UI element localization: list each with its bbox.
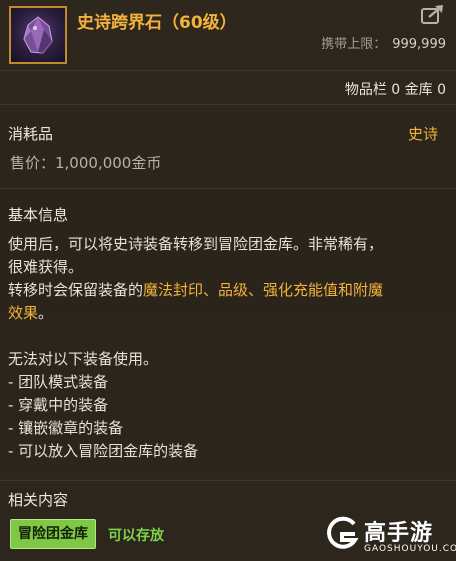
description-line: 使用后，可以将史诗装备转移到冒险团金库。非常稀有， [8,235,384,253]
gaoshouyou-logo-icon [324,515,360,551]
carry-limit-value: 999,999 [392,37,446,52]
item-title: 史诗跨界石（60级） [77,13,237,33]
highlight-text: 效果 [8,304,39,322]
carry-limit-label: 携带上限： [321,37,387,52]
inventory-count: 物品栏 0 金库 0 [344,82,446,98]
description-text: 。 [38,304,54,322]
rarity-label: 史诗 [407,125,438,143]
epic-crystal-icon [9,6,67,64]
storable-note: 可以存放 [108,528,164,544]
highlight-text: 魔法封印、品级、强化充能值和附魔 [143,281,384,299]
watermark-text: 高手游 [364,521,434,546]
basic-info-heading: 基本信息 [8,206,69,224]
divider [0,70,456,71]
basic-info-body: 使用后，可以将史诗装备转移到冒险团金库。非常稀有， 很难获得。 转移时会保留装备… [8,233,448,463]
item-category: 消耗品 [8,125,54,143]
description-line: 效果。 [8,302,448,325]
restriction-item: - 团队模式装备 [8,373,109,391]
restriction-title: 无法对以下装备使用。 [8,350,159,368]
watermark: 高手游 GAOSHOUYOU.COM [324,515,456,559]
restriction-item: - 镶嵌徽章的装备 [8,419,124,437]
share-arrow-icon[interactable] [420,4,446,26]
divider [0,104,456,105]
related-heading: 相关内容 [8,491,69,509]
description-text: 转移时会保留装备的 [8,281,144,299]
adventure-vault-badge[interactable]: 冒险团金库 [10,519,96,549]
watermark-url: GAOSHOUYOU.COM [364,544,456,554]
divider [0,188,456,189]
restriction-item: - 可以放入冒险团金库的装备 [8,442,199,460]
divider [0,480,456,481]
sell-price: 售价：1,000,000金币 [10,154,162,172]
restriction-item: - 穿戴中的装备 [8,396,109,414]
carry-limit: 携带上限： 999,999 [321,33,446,52]
description-line: 很难获得。 [8,258,84,276]
item-tooltip: 史诗跨界石（60级） 携带上限： 999,999 物品栏 0 金库 0 消耗品 史… [0,0,456,561]
description-line: 转移时会保留装备的魔法封印、品级、强化充能值和附魔 [8,279,448,302]
